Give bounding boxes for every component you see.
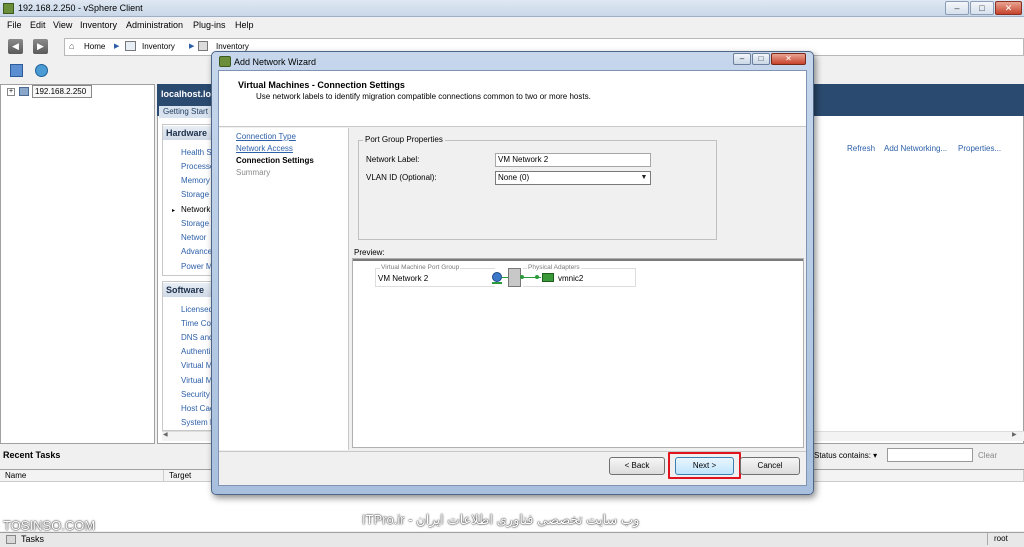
menu-help[interactable]: Help bbox=[235, 20, 254, 30]
clear-button[interactable]: Clear bbox=[978, 451, 997, 460]
cancel-button[interactable]: Cancel bbox=[740, 457, 800, 475]
tasks-status-button[interactable]: Tasks bbox=[3, 533, 63, 545]
new-datacenter-icon[interactable] bbox=[10, 64, 23, 77]
preview-label: Preview: bbox=[354, 248, 385, 257]
port-group-properties-legend: Port Group Properties bbox=[363, 135, 445, 144]
tab-getting-started[interactable]: Getting Start bbox=[159, 106, 219, 118]
breadcrumb-home[interactable]: Home bbox=[84, 42, 105, 51]
virtual-machine-icon bbox=[492, 272, 502, 282]
tree-host-node[interactable]: 192.168.2.250 bbox=[32, 85, 92, 98]
close-button[interactable]: ✕ bbox=[995, 1, 1022, 15]
software-item[interactable]: Virtual M bbox=[181, 376, 212, 385]
hardware-item[interactable]: Health S bbox=[181, 148, 212, 157]
breadcrumb-separator-icon: ▶ bbox=[189, 43, 195, 50]
hosts-icon bbox=[198, 41, 208, 51]
breadcrumb-separator-icon: ▶ bbox=[114, 43, 120, 50]
scroll-left-icon[interactable]: ◀ bbox=[163, 431, 168, 438]
wizard-step-summary: Summary bbox=[236, 168, 271, 177]
menu-edit[interactable]: Edit bbox=[30, 20, 46, 30]
wizard-step-description: Use network labels to identify migration… bbox=[256, 92, 591, 101]
network-label-caption: Network Label: bbox=[366, 155, 420, 164]
menu-file[interactable]: File bbox=[7, 20, 22, 30]
virtual-machine-icon-base bbox=[492, 282, 502, 284]
hardware-item[interactable]: Storage bbox=[181, 190, 209, 199]
inventory-tree bbox=[0, 84, 155, 444]
wizard-icon bbox=[219, 56, 231, 67]
breadcrumb-inventory-current[interactable]: Inventory bbox=[216, 42, 249, 51]
hardware-item[interactable]: Memory bbox=[181, 176, 210, 185]
software-item[interactable]: Licensed bbox=[181, 305, 213, 314]
software-item[interactable]: Security bbox=[181, 390, 210, 399]
back-arrow-icon[interactable]: ◀ bbox=[8, 39, 23, 54]
wizard-step-title: Virtual Machines - Connection Settings bbox=[238, 80, 405, 90]
tree-expander-icon[interactable]: + bbox=[7, 88, 15, 96]
window-title: 192.168.2.250 - vSphere Client bbox=[18, 3, 143, 13]
wizard-step-network-access[interactable]: Network Access bbox=[236, 144, 293, 153]
port-group-caption: Virtual Machine Port Group bbox=[380, 264, 461, 271]
status-bar bbox=[0, 532, 1024, 547]
scroll-right-icon[interactable]: ▶ bbox=[1012, 431, 1017, 438]
software-item[interactable]: Virtual M bbox=[181, 361, 212, 370]
column-header-name[interactable]: Name bbox=[0, 470, 164, 482]
wizard-maximize-button[interactable]: □ bbox=[752, 53, 770, 65]
vsphere-app-icon bbox=[3, 3, 14, 14]
network-label-input[interactable]: VM Network 2 bbox=[495, 153, 651, 167]
add-host-icon[interactable] bbox=[35, 64, 48, 77]
properties-link[interactable]: Properties... bbox=[958, 144, 1001, 153]
watermark-center: ITPro.ir - وب سایت تخصصی فناوری اطلاعات … bbox=[362, 512, 640, 527]
hardware-item[interactable]: Networ bbox=[181, 233, 206, 242]
vmnic-label: vmnic2 bbox=[558, 274, 584, 283]
wizard-step-connection-type[interactable]: Connection Type bbox=[236, 132, 296, 141]
back-button[interactable]: < Back bbox=[609, 457, 665, 475]
task-filter-input[interactable] bbox=[887, 448, 973, 462]
vlan-id-caption: VLAN ID (Optional): bbox=[366, 173, 437, 182]
host-title: localhost.loc bbox=[161, 89, 217, 99]
home-icon: ⌂ bbox=[69, 41, 75, 51]
vlan-id-select[interactable]: None (0) bbox=[495, 171, 651, 185]
hardware-item[interactable]: Processo bbox=[181, 162, 214, 171]
status-filter-dropdown[interactable]: Status contains: ▾ bbox=[814, 451, 877, 460]
vswitch-icon bbox=[508, 268, 521, 287]
forward-arrow-icon[interactable]: ▶ bbox=[33, 39, 48, 54]
software-item[interactable]: Host Cac bbox=[181, 404, 214, 413]
watermark-left: TOSINSO.COM bbox=[3, 518, 96, 533]
port-group-name: VM Network 2 bbox=[378, 274, 429, 283]
network-adapter-icon bbox=[542, 273, 554, 282]
menu-plugins[interactable]: Plug-ins bbox=[193, 20, 226, 30]
selected-bullet-icon: ▸ bbox=[172, 208, 176, 214]
add-networking-link[interactable]: Add Networking... bbox=[884, 144, 947, 153]
wizard-minimize-button[interactable]: – bbox=[733, 53, 751, 65]
wizard-close-button[interactable]: ✕ bbox=[771, 53, 806, 65]
menu-administration[interactable]: Administration bbox=[126, 20, 183, 30]
hardware-item[interactable]: Power M bbox=[181, 262, 213, 271]
chevron-down-icon[interactable]: ▼ bbox=[638, 172, 650, 184]
recent-tasks-title: Recent Tasks bbox=[3, 450, 61, 460]
hardware-item[interactable]: Advance bbox=[181, 247, 212, 256]
physical-adapters-caption: Physical Adapters bbox=[527, 264, 581, 271]
inventory-icon bbox=[125, 41, 136, 51]
current-user-label: root bbox=[987, 533, 1024, 545]
wizard-step-connection-settings: Connection Settings bbox=[236, 156, 314, 165]
hardware-item-networking[interactable]: Network bbox=[181, 205, 210, 214]
preview-divider bbox=[353, 259, 803, 261]
title-bar bbox=[0, 0, 1024, 17]
software-item[interactable]: Authenti bbox=[181, 347, 210, 356]
next-button-highlight bbox=[668, 452, 741, 479]
host-icon bbox=[19, 87, 29, 96]
software-item[interactable]: DNS and bbox=[181, 333, 213, 342]
menu-view[interactable]: View bbox=[53, 20, 72, 30]
maximize-button[interactable]: □ bbox=[970, 1, 994, 15]
menu-inventory[interactable]: Inventory bbox=[80, 20, 117, 30]
refresh-link[interactable]: Refresh bbox=[847, 144, 875, 153]
wizard-title: Add Network Wizard bbox=[234, 57, 317, 67]
breadcrumb-inventory[interactable]: Inventory bbox=[142, 42, 175, 51]
minimize-button[interactable]: – bbox=[945, 1, 969, 15]
